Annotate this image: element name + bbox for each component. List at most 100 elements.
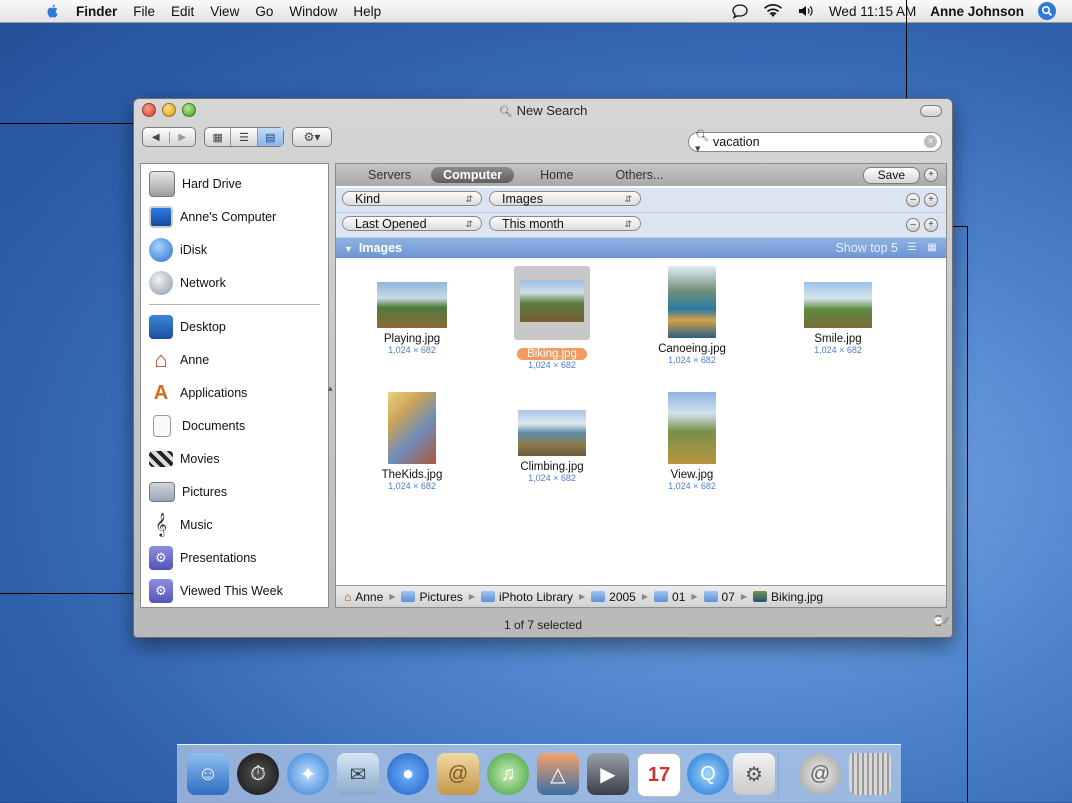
list-view-button[interactable]: ☰ xyxy=(230,128,256,146)
scope-home[interactable]: Home xyxy=(528,167,585,183)
scope-computer[interactable]: Computer xyxy=(431,167,515,183)
sidebar-item-hard-drive[interactable]: Hard Drive xyxy=(149,170,242,198)
back-button[interactable]: ◀ xyxy=(143,132,169,143)
splitter-handle[interactable]: ▴ xyxy=(328,383,333,394)
menu-clock[interactable]: Wed 11:15 AM xyxy=(829,4,916,19)
path-segment[interactable]: iPhoto Library xyxy=(480,590,573,604)
ichat-status-icon[interactable] xyxy=(731,3,749,19)
quicktime-dock-icon[interactable]: Q xyxy=(687,753,729,795)
criterion-value-popup[interactable]: Images ⇵ xyxy=(489,191,641,206)
path-segment[interactable]: 01 xyxy=(654,590,685,604)
add-criterion-button[interactable]: + xyxy=(924,168,938,182)
path-segment[interactable]: 07 xyxy=(703,590,735,604)
path-segment[interactable]: ⌂ Anne xyxy=(344,590,383,604)
resize-grip-icon[interactable]: ⌚∕∕ xyxy=(932,610,948,634)
sidebar-item-presentations[interactable]: ⚙ Presentations xyxy=(149,544,256,572)
file-item[interactable]: Climbing.jpg 1,024 × 682 xyxy=(482,402,622,483)
add-criterion-button[interactable]: + xyxy=(924,193,938,207)
remove-criterion-button[interactable]: – xyxy=(906,218,920,232)
path-segment[interactable]: 2005 xyxy=(591,590,636,604)
path-segment[interactable]: Pictures xyxy=(401,590,463,604)
results-group-header[interactable]: ▼ Images Show top 5 ☰ ▦ xyxy=(336,238,946,258)
search-field[interactable]: 🔍︎▾ × xyxy=(688,130,942,155)
finder-dock-icon[interactable]: ☺ xyxy=(187,753,229,795)
menu-user[interactable]: Anne Johnson xyxy=(930,4,1024,19)
apple-menu-icon[interactable] xyxy=(44,3,62,19)
file-item[interactable]: View.jpg 1,024 × 682 xyxy=(622,392,762,491)
folder-icon xyxy=(591,591,606,602)
sidebar-item-movies[interactable]: Movies xyxy=(149,445,220,473)
criterion-attribute-popup[interactable]: Last Opened ⇵ xyxy=(342,216,482,231)
file-name[interactable]: Biking.jpg xyxy=(517,348,587,360)
iphoto-dock-icon[interactable]: △ xyxy=(537,753,579,795)
file-name: Climbing.jpg xyxy=(520,461,584,473)
save-search-button[interactable]: Save xyxy=(862,167,920,184)
file-item[interactable]: Playing.jpg 1,024 × 682 xyxy=(342,274,482,355)
menu-help[interactable]: Help xyxy=(353,4,381,19)
sidebar-item-applications[interactable]: A Applications xyxy=(149,379,248,407)
ichat-dock-icon[interactable]: ● xyxy=(387,753,429,795)
sidebar: Hard Drive Anne's Computer iDisk Network… xyxy=(140,163,329,608)
view-buttons: ▦ ☰ ▤ xyxy=(204,127,284,147)
sidebar-item-documents[interactable]: Documents xyxy=(149,412,245,440)
mail-at-stack-icon[interactable]: @ xyxy=(799,753,841,795)
sidebar-item-home[interactable]: ⌂ Anne xyxy=(149,346,209,374)
menu-file[interactable]: File xyxy=(133,4,155,19)
path-separator-icon: ▶ xyxy=(468,592,475,601)
menu-app-finder[interactable]: Finder xyxy=(76,4,117,19)
disclosure-triangle-icon[interactable]: ▼ xyxy=(344,244,353,254)
clear-search-icon[interactable]: × xyxy=(924,135,937,148)
scope-servers[interactable]: Servers xyxy=(356,167,423,183)
spotlight-icon[interactable] xyxy=(1038,2,1056,20)
address-book-icon[interactable]: @ xyxy=(437,753,479,795)
sidebar-item-desktop[interactable]: Desktop xyxy=(149,313,226,341)
sidebar-divider xyxy=(149,304,320,305)
icon-view-icon[interactable]: ▦ xyxy=(924,241,940,255)
smart-folder-gear-icon: ⚙ xyxy=(149,546,173,570)
menu-go[interactable]: Go xyxy=(255,4,273,19)
imovie-clapboard-icon[interactable]: ▶ xyxy=(587,753,629,795)
system-preferences-icon[interactable]: ⚙ xyxy=(733,753,775,795)
sidebar-item-computer[interactable]: Anne's Computer xyxy=(149,203,276,231)
sidebar-item-label: Pictures xyxy=(182,485,228,499)
scope-others[interactable]: Others... xyxy=(603,167,675,183)
icon-view-button[interactable]: ▦ xyxy=(205,128,230,146)
sidebar-item-network[interactable]: Network xyxy=(149,269,226,297)
menu-view[interactable]: View xyxy=(210,4,239,19)
idisk-icon xyxy=(149,238,173,262)
menu-window[interactable]: Window xyxy=(289,4,337,19)
search-input[interactable] xyxy=(713,135,903,149)
add-criterion-button[interactable]: + xyxy=(924,218,938,232)
mail-dock-icon[interactable]: ✉ xyxy=(337,753,379,795)
sidebar-item-pictures[interactable]: Pictures xyxy=(149,478,227,506)
path-segment[interactable]: Biking.jpg xyxy=(753,590,823,604)
file-name: View.jpg xyxy=(670,469,714,481)
itunes-dock-icon[interactable]: ♫ xyxy=(487,753,529,795)
criterion-value-popup[interactable]: This month ⇵ xyxy=(489,216,641,231)
volume-icon[interactable] xyxy=(797,3,815,19)
title-bar[interactable]: 🔍︎ New Search xyxy=(134,99,952,121)
safari-compass-icon[interactable]: ✦ xyxy=(287,753,329,795)
folder-icon xyxy=(654,591,669,602)
forward-button[interactable]: ▶ xyxy=(168,131,196,143)
sidebar-item-music[interactable]: 𝄞 Music xyxy=(149,511,213,539)
column-view-button[interactable]: ▤ xyxy=(256,128,283,146)
menu-edit[interactable]: Edit xyxy=(171,4,194,19)
list-view-icon[interactable]: ☰ xyxy=(904,241,920,255)
sidebar-item-idisk[interactable]: iDisk xyxy=(149,236,207,264)
dashboard-dock-icon[interactable]: ⏱ xyxy=(237,753,279,795)
toolbar-toggle-button[interactable] xyxy=(920,105,942,117)
file-item[interactable]: TheKids.jpg 1,024 × 682 xyxy=(342,392,482,491)
show-top-link[interactable]: Show top 5 xyxy=(835,241,898,255)
remove-criterion-button[interactable]: – xyxy=(906,193,920,207)
wifi-icon[interactable] xyxy=(763,3,783,19)
criterion-attribute-popup[interactable]: Kind ⇵ xyxy=(342,191,482,206)
file-item[interactable]: Canoeing.jpg 1,024 × 682 xyxy=(622,266,762,365)
ical-dock-icon[interactable]: 17 xyxy=(637,753,681,797)
sidebar-item-label: Presentations xyxy=(180,551,257,565)
file-item-selected[interactable]: Biking.jpg 1,024 × 682 xyxy=(482,266,622,370)
trash-icon[interactable] xyxy=(849,753,891,795)
file-item[interactable]: Smile.jpg 1,024 × 682 xyxy=(768,274,908,355)
action-menu-button[interactable]: ⚙▾ xyxy=(292,127,332,147)
sidebar-item-viewed-this-week[interactable]: ⚙ Viewed This Week xyxy=(149,577,283,605)
